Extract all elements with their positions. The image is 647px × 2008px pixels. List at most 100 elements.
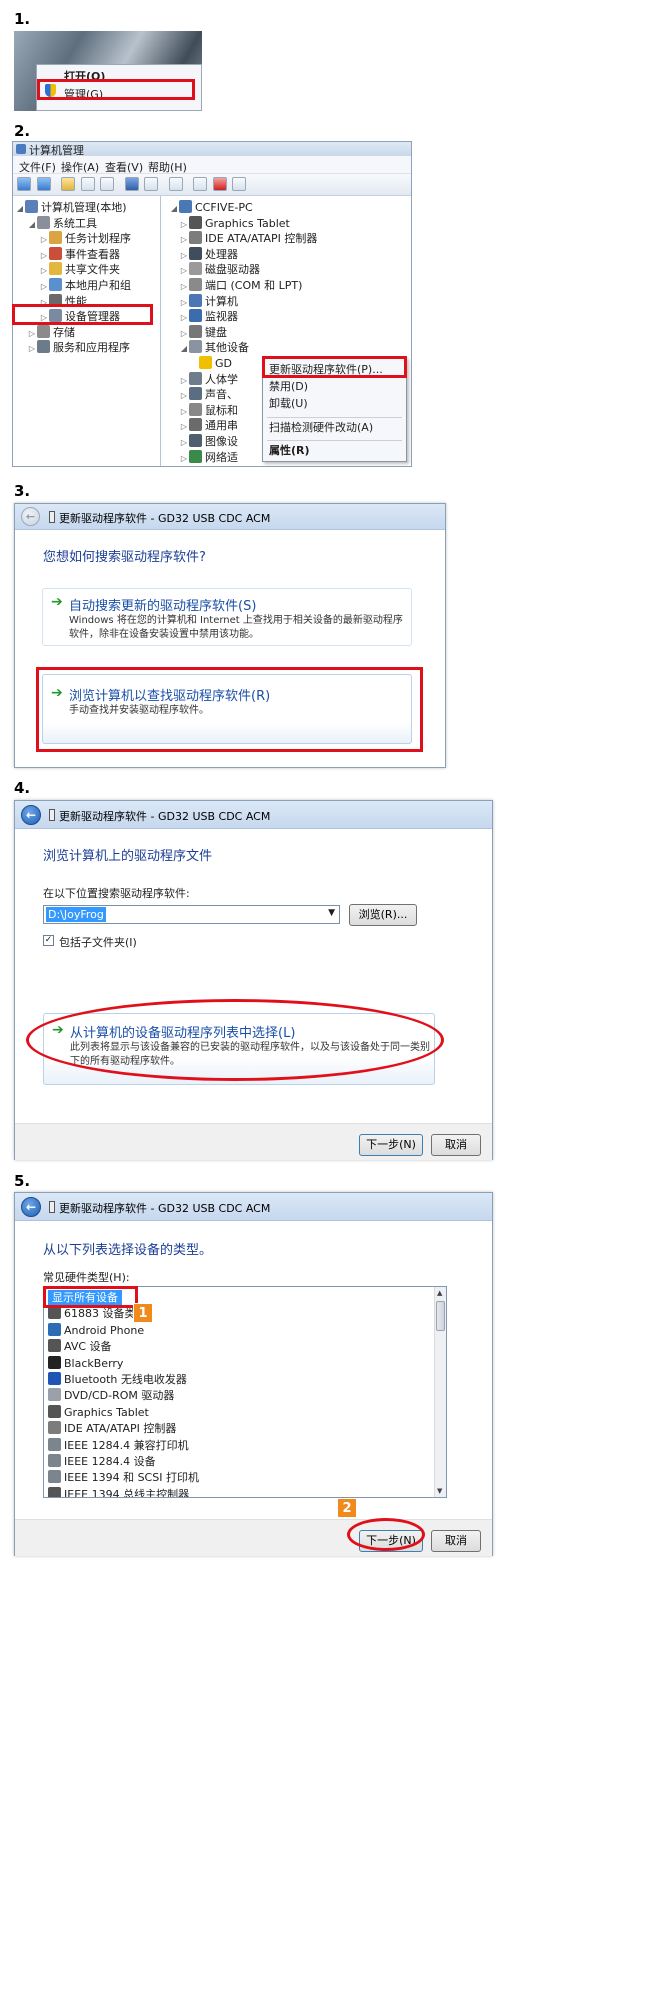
back-arrow-icon[interactable]: ← bbox=[21, 805, 41, 825]
menu-properties[interactable]: 属性(R) bbox=[269, 441, 310, 461]
blackberry-icon bbox=[48, 1355, 61, 1369]
green-arrow-icon: ➔ bbox=[51, 594, 63, 610]
printer-icon bbox=[48, 1437, 61, 1451]
uninstall-icon[interactable] bbox=[212, 177, 227, 191]
expand-toggle-icon[interactable]: ◢ bbox=[169, 199, 179, 218]
highlight-browse-option bbox=[36, 667, 423, 752]
left-tree-pane: ◢ 计算机管理(本地) ◢ 系统工具 ▷ 任务计划程序 ▷ 事件查看器 ▷ 共享文件夹 ▷ 本地用户和… bbox=[13, 196, 161, 466]
expand-toggle-icon[interactable]: ▷ bbox=[179, 449, 189, 466]
tree-item-label: Graphics Tablet bbox=[205, 216, 290, 230]
tree-item-label: CCFIVE-PC bbox=[195, 201, 253, 214]
back-icon[interactable] bbox=[17, 177, 31, 191]
back-arrow-icon[interactable]: ← bbox=[21, 507, 40, 526]
bluetooth-icon bbox=[48, 1372, 61, 1385]
dialog-heading: 您想如何搜索驱动程序软件? bbox=[43, 550, 206, 565]
hardware-types-label: 常见硬件类型(H): bbox=[43, 1271, 130, 1284]
list-item[interactable]: 61883 设备类 bbox=[48, 1305, 136, 1323]
network-icon bbox=[189, 449, 202, 463]
tree-item-label: 计算机管理(本地) bbox=[41, 201, 127, 214]
tree-item-label: IDE ATA/ATAPI 控制器 bbox=[205, 232, 318, 246]
list-item[interactable]: Bluetooth 无线电收发器 bbox=[48, 1371, 187, 1389]
cancel-button[interactable]: 取消 bbox=[431, 1530, 481, 1552]
menu-help[interactable]: 帮助(H) bbox=[148, 159, 187, 175]
list-item[interactable]: IEEE 1394 总线主控制器 bbox=[48, 1486, 189, 1497]
driver-path-combobox[interactable]: D:\JoyFrog ▼ bbox=[43, 905, 340, 924]
tree-item[interactable]: ▷ 网络适 bbox=[179, 448, 238, 466]
scan-hardware-icon[interactable] bbox=[168, 177, 183, 191]
back-arrow-icon[interactable]: ← bbox=[21, 1197, 41, 1217]
expand-toggle-icon[interactable]: ◢ bbox=[27, 215, 37, 234]
usb-device-icon bbox=[49, 511, 55, 523]
scroll-up-icon[interactable]: ▲ bbox=[437, 1289, 442, 1297]
expand-toggle-icon[interactable]: ◢ bbox=[15, 199, 25, 218]
usb-device-icon bbox=[49, 1201, 55, 1213]
view-icon[interactable] bbox=[144, 177, 158, 191]
browse-button[interactable]: 浏览(R)... bbox=[349, 904, 417, 926]
menu-scan-hardware[interactable]: 扫描检测硬件改动(A) bbox=[269, 418, 373, 438]
tablet-icon bbox=[189, 215, 202, 229]
tree-item[interactable]: ▷ 服务和应用程序 bbox=[27, 338, 130, 357]
list-item[interactable]: BlackBerry bbox=[48, 1355, 123, 1373]
list-item[interactable]: Graphics Tablet bbox=[48, 1404, 149, 1422]
scroll-down-icon[interactable]: ▼ bbox=[437, 1487, 442, 1495]
list-item-label: DVD/CD-ROM 驱动器 bbox=[64, 1389, 175, 1403]
tree-item-label: 磁盘驱动器 bbox=[205, 263, 260, 277]
list-item[interactable]: IEEE 1284.4 设备 bbox=[48, 1453, 156, 1471]
list-item[interactable]: DVD/CD-ROM 驱动器 bbox=[48, 1387, 174, 1405]
next-button[interactable]: 下一步(N) bbox=[359, 1134, 423, 1156]
show-hide-tree-icon[interactable] bbox=[80, 177, 95, 191]
chevron-down-icon[interactable]: ▼ bbox=[328, 908, 335, 918]
ide-icon bbox=[189, 231, 202, 245]
sound-icon bbox=[189, 387, 202, 401]
menu-uninstall[interactable]: 卸载(U) bbox=[269, 394, 308, 414]
up-folder-icon[interactable] bbox=[61, 177, 75, 191]
scroll-thumb[interactable] bbox=[436, 1301, 445, 1331]
update-driver-icon[interactable] bbox=[193, 177, 207, 191]
list-item[interactable]: Android Phone bbox=[48, 1322, 144, 1340]
update-driver-dialog-step5: ← 更新驱动程序软件 - GD32 USB CDC ACM 从以下列表选择设备的… bbox=[14, 1192, 493, 1556]
forward-icon[interactable] bbox=[36, 177, 51, 191]
disable-icon[interactable] bbox=[232, 177, 246, 191]
include-subfolders-checkbox[interactable]: ✓ bbox=[43, 935, 54, 946]
properties-icon[interactable] bbox=[100, 177, 114, 191]
list-item[interactable]: IEEE 1284.4 兼容打印机 bbox=[48, 1437, 189, 1455]
list-item-label: Bluetooth 无线电收发器 bbox=[64, 1373, 187, 1386]
tree-item-label: 监视器 bbox=[205, 310, 238, 324]
help-icon[interactable] bbox=[124, 177, 139, 191]
warning-icon bbox=[199, 356, 212, 369]
step-number-4: 4. bbox=[14, 779, 31, 797]
mouse-icon bbox=[189, 402, 202, 416]
menu-action[interactable]: 操作(A) bbox=[61, 159, 99, 175]
menu-view[interactable]: 查看(V) bbox=[105, 159, 143, 175]
usb-device-icon bbox=[49, 809, 55, 821]
tools-icon bbox=[37, 215, 50, 229]
highlight-manage bbox=[37, 79, 195, 100]
computer-icon bbox=[189, 293, 202, 307]
list-item[interactable]: AVC 设备 bbox=[48, 1338, 112, 1356]
list-item[interactable]: IDE ATA/ATAPI 控制器 bbox=[48, 1420, 176, 1438]
hid-icon bbox=[189, 371, 202, 385]
phone-icon bbox=[48, 1322, 61, 1336]
step-number-5: 5. bbox=[14, 1172, 31, 1190]
list-item-label: BlackBerry bbox=[64, 1356, 124, 1370]
option-auto-search[interactable]: ➔ 自动搜索更新的驱动程序软件(S) Windows 将在您的计算机和 Inte… bbox=[42, 588, 412, 646]
list-item-label: Graphics Tablet bbox=[64, 1405, 149, 1419]
expand-toggle-icon[interactable]: ◢ bbox=[179, 339, 189, 358]
dialog-heading: 从以下列表选择设备的类型。 bbox=[43, 1243, 213, 1258]
tree-item-label: 键盘 bbox=[205, 325, 227, 339]
menu-file[interactable]: 文件(F) bbox=[19, 159, 56, 175]
list-item-label: 61883 设备类 bbox=[64, 1307, 136, 1321]
expand-toggle-icon[interactable]: ▷ bbox=[27, 339, 37, 358]
computer-icon bbox=[179, 200, 192, 213]
step-number-2: 2. bbox=[14, 122, 31, 140]
option-auto-title: 自动搜索更新的驱动程序软件(S) bbox=[69, 599, 257, 614]
tree-item-label: 其他设备 bbox=[205, 341, 249, 355]
list-item[interactable]: IEEE 1394 和 SCSI 打印机 bbox=[48, 1469, 199, 1487]
tree-item-label: 事件查看器 bbox=[65, 247, 120, 261]
scrollbar[interactable]: ▲ ▼ bbox=[434, 1287, 446, 1497]
tree-item-label: 通用串 bbox=[205, 419, 238, 433]
list-item-label: IEEE 1284.4 兼容打印机 bbox=[64, 1438, 189, 1452]
cancel-button[interactable]: 取消 bbox=[431, 1134, 481, 1156]
hardware-types-list[interactable]: 显示所有设备 61883 设备类 Android Phone AVC 设备 BlackB… bbox=[43, 1286, 447, 1498]
tree-item-label: 处理器 bbox=[205, 247, 238, 261]
